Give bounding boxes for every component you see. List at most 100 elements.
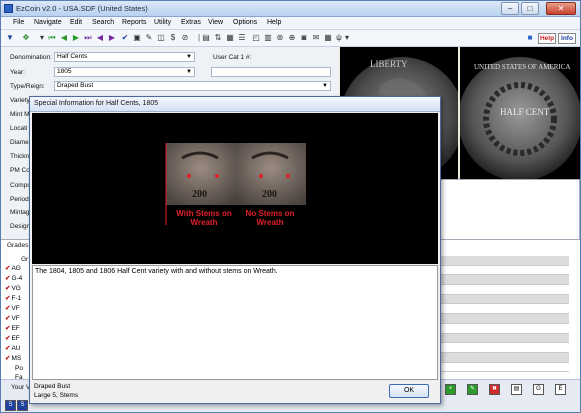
grade-name: EF bbox=[11, 335, 20, 342]
image-icon[interactable]: ▣ bbox=[132, 33, 142, 43]
menu-utility[interactable]: Utility bbox=[154, 19, 171, 26]
menu-navigate[interactable]: Navigate bbox=[34, 19, 62, 26]
next-record-icon[interactable]: ▶ bbox=[71, 33, 81, 43]
maximize-button[interactable]: □ bbox=[521, 2, 539, 15]
dialog-footer: Draped Bust Large 5, Stems bbox=[34, 382, 78, 400]
your-value-label: Your V bbox=[11, 384, 31, 391]
chevron-down-icon: ▼ bbox=[186, 54, 192, 60]
grid-view-icon[interactable]: G bbox=[533, 384, 544, 395]
disc-icon[interactable]: ⊛ bbox=[275, 33, 285, 43]
list-view-icon[interactable]: ▤ bbox=[511, 384, 522, 395]
title-bar: EzCoin v2.0 - USA.SDF (United States) – … bbox=[1, 1, 580, 17]
camera2-icon[interactable]: ◙ bbox=[299, 33, 309, 43]
usercat-label: User Cat 1 #: bbox=[213, 54, 252, 61]
s-icon[interactable]: S bbox=[5, 400, 16, 411]
next-page-icon[interactable]: ▶ bbox=[107, 33, 117, 43]
check-icon: ✔ bbox=[5, 355, 11, 362]
reverse-coin: HALF CENT UNITED STATES OF AMERICA bbox=[458, 57, 581, 181]
wreath-comparison-image: 200 200 bbox=[165, 143, 306, 225]
grades-header: Grades bbox=[7, 242, 29, 249]
diameter-label: Diame bbox=[10, 139, 29, 146]
variety-label: Variety bbox=[10, 97, 30, 104]
grid-icon[interactable]: ▦ bbox=[225, 33, 235, 43]
chevron-down-icon: ▼ bbox=[322, 83, 328, 89]
menu-options[interactable]: Options bbox=[233, 19, 257, 26]
menu-view[interactable]: View bbox=[208, 19, 223, 26]
filter-icon[interactable]: ▼ bbox=[5, 33, 15, 43]
check-icon[interactable]: ✔ bbox=[120, 33, 130, 43]
check-icon: ✔ bbox=[5, 265, 11, 272]
period-label: Period: bbox=[10, 196, 31, 203]
grade-name: G-4 bbox=[11, 275, 23, 282]
check-icon: ✔ bbox=[5, 345, 11, 352]
menu-file[interactable]: File bbox=[13, 19, 24, 26]
strikethrough-icon[interactable]: ⊘ bbox=[180, 33, 190, 43]
ok-button[interactable]: OK bbox=[389, 384, 429, 398]
detail-view-icon[interactable]: E bbox=[555, 384, 566, 395]
window-title: EzCoin v2.0 - USA.SDF (United States) bbox=[16, 4, 148, 13]
grade-name: EF bbox=[11, 325, 20, 332]
s2-icon[interactable]: S bbox=[17, 400, 28, 411]
menu-edit[interactable]: Edit bbox=[70, 19, 82, 26]
check-icon: ✔ bbox=[5, 315, 11, 322]
add-icon[interactable]: + bbox=[445, 384, 456, 395]
type-label: Type/Reign: bbox=[10, 83, 45, 90]
dialog-title: Special Information for Half Cents, 1805 bbox=[30, 97, 440, 112]
location-label: Locati bbox=[10, 125, 28, 132]
menu-extras[interactable]: Extras bbox=[181, 19, 201, 26]
denomination-select[interactable]: Half Cents ▼ bbox=[54, 52, 195, 62]
more-dropdown-icon[interactable]: ▾ bbox=[342, 33, 352, 43]
check-icon: ✔ bbox=[5, 275, 11, 282]
last-record-icon[interactable]: ⏭ bbox=[83, 33, 93, 43]
grade-name: Po bbox=[15, 365, 23, 372]
menu-help[interactable]: Help bbox=[267, 19, 281, 26]
dialog-description: The 1804, 1805 and 1806 Half Cent variet… bbox=[32, 265, 438, 380]
prev-record-icon[interactable]: ◀ bbox=[59, 33, 69, 43]
value-grid bbox=[441, 256, 569, 376]
no-stems-label: No Stems on Wreath bbox=[245, 209, 295, 227]
svg-text:200: 200 bbox=[262, 189, 277, 200]
edit-record-icon[interactable]: ✎ bbox=[467, 384, 478, 395]
type-select[interactable]: Draped Bust ▼ bbox=[54, 81, 331, 91]
usercat-input[interactable] bbox=[211, 67, 331, 77]
reverse-image[interactable]: HALF CENT UNITED STATES OF AMERICA bbox=[458, 47, 581, 181]
minimize-button[interactable]: – bbox=[501, 2, 519, 15]
denomination-value: Half Cents bbox=[57, 53, 88, 60]
dropdown-arrow-icon[interactable]: ▾ bbox=[37, 33, 47, 43]
grade-name: AU bbox=[11, 345, 21, 352]
price-icon[interactable]: $ bbox=[168, 33, 178, 43]
menu-search[interactable]: Search bbox=[92, 19, 114, 26]
type-value: Draped Bust bbox=[57, 82, 94, 89]
note-icon[interactable]: ✉ bbox=[311, 33, 321, 43]
first-record-icon[interactable]: ⏮ bbox=[47, 33, 57, 43]
help-button[interactable]: Help bbox=[538, 33, 556, 44]
sort-icon[interactable]: ⇅ bbox=[213, 33, 223, 43]
list-icon[interactable]: ☰ bbox=[237, 33, 247, 43]
grade-name: VF bbox=[11, 315, 20, 322]
chart-icon[interactable]: ▥ bbox=[263, 33, 273, 43]
table-icon[interactable]: ▦ bbox=[323, 33, 333, 43]
preview-icon[interactable]: ◰ bbox=[251, 33, 261, 43]
grade-name: VG bbox=[11, 285, 21, 292]
edit-icon[interactable]: ✎ bbox=[144, 33, 154, 43]
footer-variety: Large 5, Stems bbox=[34, 392, 79, 399]
toolbar: ▼ ✥ ▾ ⏮ ◀ ▶ ⏭ ◀ ▶ ✔ ▣ ✎ ◫ $ ⊘ | ▤ ⇅ ▦ ☰ … bbox=[1, 30, 580, 47]
close-button[interactable]: ✕ bbox=[546, 2, 576, 15]
reverse-legend: UNITED STATES OF AMERICA bbox=[474, 63, 570, 71]
prev-page-icon[interactable]: ◀ bbox=[95, 33, 105, 43]
dialog-image: 200 200 With Stems on Wreath No Stems on… bbox=[32, 113, 438, 264]
menu-reports[interactable]: Reports bbox=[122, 19, 147, 26]
menu-bar: File Navigate Edit Search Reports Utilit… bbox=[1, 17, 580, 30]
composition-label: Compo bbox=[10, 182, 31, 189]
obverse-legend: LIBERTY bbox=[370, 59, 408, 69]
help-icon[interactable]: ■ bbox=[525, 33, 535, 43]
check-icon: ✔ bbox=[5, 295, 11, 302]
year-select[interactable]: 1805 ▼ bbox=[54, 67, 195, 77]
info-button[interactable]: Info bbox=[558, 33, 576, 44]
globe-icon[interactable]: ⊕ bbox=[287, 33, 297, 43]
tools-icon[interactable]: ✥ bbox=[21, 33, 31, 43]
camera-icon[interactable]: ◫ bbox=[156, 33, 166, 43]
delete-icon[interactable]: ✖ bbox=[489, 384, 500, 395]
year-label: Year: bbox=[10, 69, 25, 76]
report-icon[interactable]: ▤ bbox=[201, 33, 211, 43]
